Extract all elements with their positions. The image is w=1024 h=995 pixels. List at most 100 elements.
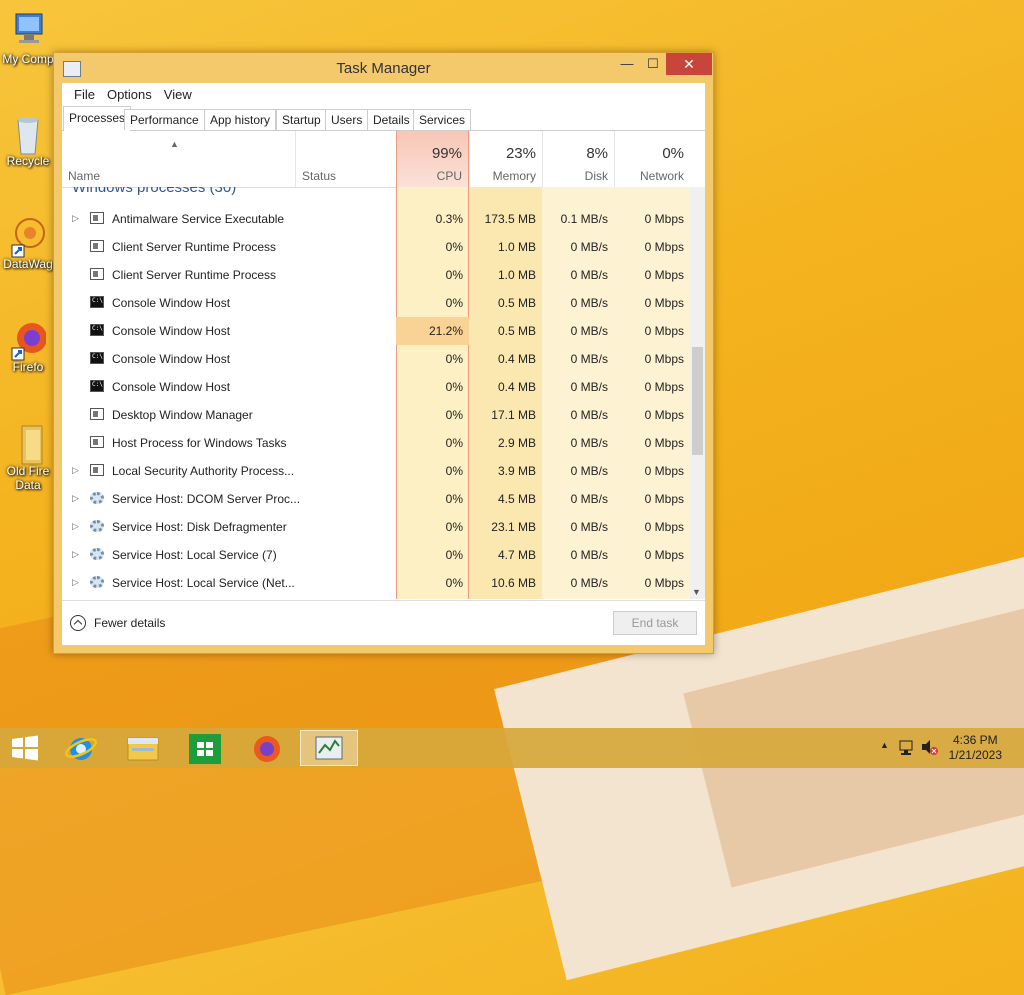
memory-cell: 0.5 MB: [497, 324, 536, 338]
fewer-details-button[interactable]: Fewer details: [70, 615, 165, 631]
disk-cell: 0 MB/s: [570, 408, 608, 422]
disk-cell: 0 MB/s: [570, 436, 608, 450]
expand-chevron-icon[interactable]: ▷: [72, 577, 79, 588]
network-cell: 0 Mbps: [644, 548, 684, 562]
table-header: ▲ Name Status 99% CPU 23% Memory 8% Disk…: [62, 131, 705, 188]
internet-explorer-icon: [65, 738, 97, 760]
column-header-network[interactable]: 0% Network: [614, 131, 690, 187]
network-cell: 0 Mbps: [644, 352, 684, 366]
desktop-icon-firefox[interactable]: Firefo: [0, 318, 56, 374]
memory-cell: 10.6 MB: [491, 576, 536, 590]
menu-file[interactable]: File: [68, 87, 101, 102]
tab-startup[interactable]: Startup: [276, 109, 327, 130]
expand-chevron-icon[interactable]: ▷: [72, 465, 79, 476]
process-name: Desktop Window Manager: [112, 408, 253, 422]
network-icon[interactable]: [898, 738, 916, 756]
table-row[interactable]: Console Window Host 21.2% 0.5 MB 0 MB/s 0 Mb…: [62, 317, 690, 345]
desktop-icon-my-computer[interactable]: My Comp: [0, 10, 56, 66]
table-row[interactable]: Client Server Runtime Process 0% 1.0 MB 0 M…: [62, 233, 690, 261]
task-manager-window: Task Manager — ☐ ✕ File Options View Pro…: [53, 52, 714, 654]
network-cell: 0 Mbps: [644, 212, 684, 226]
clock[interactable]: 4:36 PM 1/21/2023: [949, 733, 1002, 763]
taskbar-firefox[interactable]: [238, 730, 296, 766]
table-row[interactable]: ▷ Antimalware Service Executable 0.3% 173.5…: [62, 205, 690, 233]
tab-users[interactable]: Users: [325, 109, 369, 130]
column-header-memory[interactable]: 23% Memory: [469, 131, 542, 187]
tab-processes[interactable]: Processes: [63, 106, 132, 131]
expand-chevron-icon[interactable]: ▷: [72, 521, 79, 532]
maximize-button[interactable]: ☐: [640, 53, 666, 75]
table-row[interactable]: Client Server Runtime Process 0% 1.0 MB 0 M…: [62, 261, 690, 289]
network-cell: 0 Mbps: [644, 296, 684, 310]
minimize-button[interactable]: —: [614, 53, 640, 75]
scroll-down-icon[interactable]: ▼: [692, 587, 701, 597]
taskbar-internet-explorer[interactable]: [52, 730, 110, 766]
app-window-icon: [90, 268, 104, 280]
column-header-status[interactable]: Status: [295, 131, 396, 187]
disk-cell: 0 MB/s: [570, 548, 608, 562]
menu-options[interactable]: Options: [101, 87, 158, 102]
disk-cell: 0 MB/s: [570, 268, 608, 282]
disk-cell: 0 MB/s: [570, 240, 608, 254]
process-name: Console Window Host: [112, 352, 231, 366]
show-hidden-icons-icon[interactable]: ▲: [880, 740, 889, 750]
network-cell: 0 Mbps: [644, 576, 684, 590]
expand-chevron-icon[interactable]: ▷: [72, 493, 79, 504]
close-button[interactable]: ✕: [666, 53, 712, 75]
table-row[interactable]: ▷ Service Host: DCOM Server Proc... 0% 4.5 …: [62, 485, 690, 513]
expand-chevron-icon[interactable]: ▷: [72, 213, 79, 224]
firefox-icon: [10, 318, 47, 361]
table-row[interactable]: Desktop Window Manager 0% 17.1 MB 0 MB/s 0 M…: [62, 401, 690, 429]
datawag-icon: [10, 215, 46, 258]
cpu-cell: 0%: [445, 380, 463, 394]
tab-details[interactable]: Details: [367, 109, 416, 130]
task-manager-icon: [315, 736, 343, 760]
process-name: Service Host: Local Service (7): [112, 548, 277, 562]
memory-cell: 2.9 MB: [497, 436, 536, 450]
process-name: Service Host: DCOM Server Proc...: [112, 492, 301, 506]
network-cell: 0 Mbps: [644, 268, 684, 282]
group-header[interactable]: Windows processes (30): [72, 187, 236, 196]
column-header-cpu[interactable]: 99% CPU: [396, 131, 469, 187]
disk-cell: 0 MB/s: [570, 576, 608, 590]
desktop-icon-datawag[interactable]: DataWag: [0, 215, 56, 271]
end-task-button[interactable]: End task: [613, 611, 697, 635]
table-row[interactable]: Console Window Host 0% 0.4 MB 0 MB/s 0 Mbps: [62, 373, 690, 401]
gear-icon: [90, 520, 104, 532]
firefox-icon: [254, 736, 280, 762]
column-header-name[interactable]: ▲ Name: [62, 131, 295, 187]
network-cell: 0 Mbps: [644, 464, 684, 478]
table-row[interactable]: Host Process for Windows Tasks 0% 2.9 MB 0 …: [62, 429, 690, 457]
sort-up-icon: ▲: [170, 139, 179, 149]
table-row[interactable]: ▷ Service Host: Local Service (Net... 0% 10…: [62, 569, 690, 597]
column-header-disk[interactable]: 8% Disk: [542, 131, 614, 187]
taskbar-store[interactable]: [176, 730, 234, 766]
menu-view[interactable]: View: [158, 87, 198, 102]
table-row[interactable]: ▷ Local Security Authority Process... 0% 3.…: [62, 457, 690, 485]
disk-cell: 0 MB/s: [570, 352, 608, 366]
memory-cell: 173.5 MB: [484, 212, 536, 226]
table-row[interactable]: ▷ Service Host: Local Service (7) 0% 4.7 MB…: [62, 541, 690, 569]
tab-services[interactable]: Services: [413, 109, 472, 130]
taskbar: ▲ 4:36 PM 1/21/2023: [0, 728, 1024, 768]
table-row[interactable]: Console Window Host 0% 0.5 MB 0 MB/s 0 Mbps: [62, 289, 690, 317]
table-row[interactable]: Console Window Host 0% 0.4 MB 0 MB/s 0 Mbps: [62, 345, 690, 373]
start-button[interactable]: [0, 730, 58, 766]
desktop-icon-old-firefox-data[interactable]: Old Fire Data: [0, 422, 56, 492]
vertical-scrollbar[interactable]: ▼: [690, 187, 705, 599]
disk-cell: 0 MB/s: [570, 296, 608, 310]
tab-performance[interactable]: Performance: [124, 109, 205, 130]
title-bar[interactable]: Task Manager — ☐ ✕: [54, 53, 713, 83]
app-window-icon: [90, 212, 104, 224]
taskbar-task-manager[interactable]: [300, 730, 358, 766]
start-icon: [12, 735, 38, 761]
expand-chevron-icon[interactable]: ▷: [72, 549, 79, 560]
table-row[interactable]: ▷ Service Host: Disk Defragmenter 0% 23.1 M…: [62, 513, 690, 541]
scrollbar-thumb[interactable]: [692, 347, 703, 455]
desktop-icon-recycle-bin[interactable]: Recycle: [0, 112, 56, 168]
memory-cell: 3.9 MB: [497, 464, 536, 478]
volume-muted-icon[interactable]: [920, 738, 938, 756]
tab-app-history[interactable]: App history: [204, 109, 277, 130]
store-icon: [189, 734, 221, 764]
taskbar-file-explorer[interactable]: [114, 730, 172, 766]
